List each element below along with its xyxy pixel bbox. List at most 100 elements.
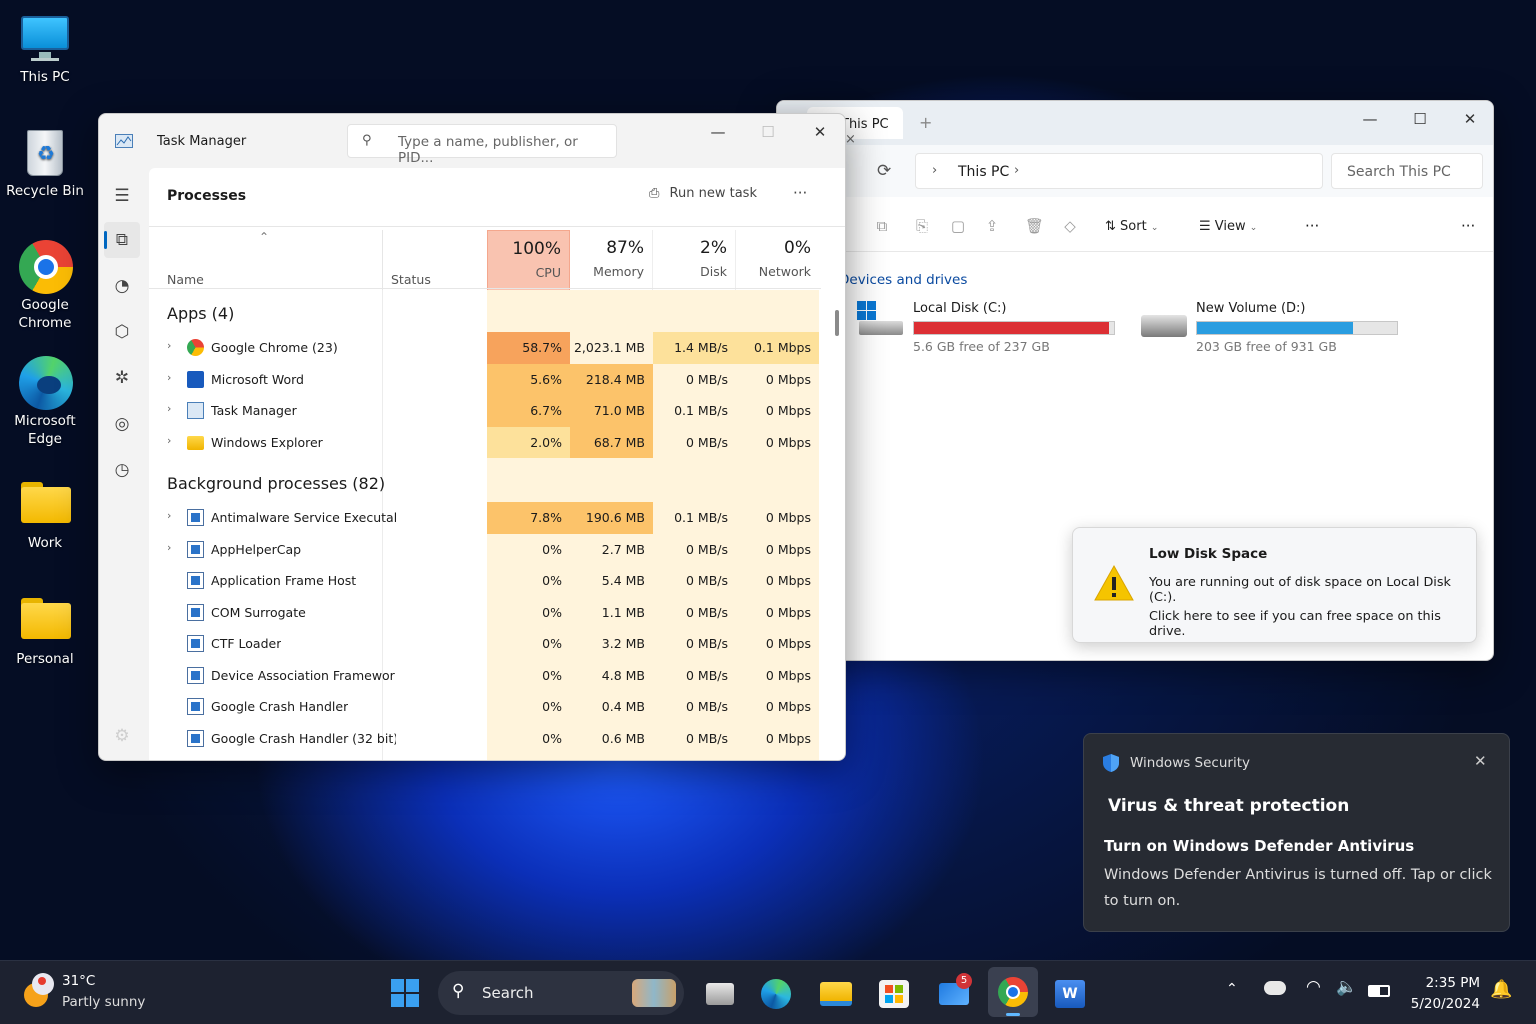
new-tab-button[interactable]: +: [919, 113, 932, 132]
settings-icon[interactable]: ⚙: [104, 718, 140, 754]
process-row[interactable]: › Windows Explorer 2.0% 68.7 MB 0 MB/s 0 Mbps: [149, 426, 821, 458]
more-options-button[interactable]: ···: [1305, 217, 1319, 235]
rename-icon[interactable]: ▢: [949, 217, 967, 235]
process-row[interactable]: CTF Loader 0% 3.2 MB 0 MB/s 0 Mbps: [149, 628, 821, 660]
process-row[interactable]: › Microsoft Word 5.6% 218.4 MB 0 MB/s 0 Mbps: [149, 363, 821, 395]
drive-c[interactable]: Local Disk (C:) 5.6 GB free of 237 GB: [855, 297, 1125, 355]
chrome-icon[interactable]: [988, 967, 1038, 1017]
clock[interactable]: 2:35 PM 5/20/2024: [1404, 973, 1480, 1015]
details-more-button[interactable]: ···: [1461, 217, 1475, 235]
desktop-icon-google-chrome[interactable]: Google Chrome: [4, 240, 86, 332]
process-row[interactable]: Google Crash Handler (32 bit) 0% 0.6 MB 0 M…: [149, 723, 821, 755]
taskbar-search[interactable]: ⚲ Search: [438, 971, 684, 1015]
desktop-icon-personal-folder[interactable]: Personal: [4, 594, 86, 668]
weather-temp[interactable]: 31°C: [62, 973, 95, 989]
disk-column-header[interactable]: 2% Disk: [653, 230, 736, 294]
copy-icon[interactable]: ⧉: [873, 217, 891, 235]
close-button[interactable]: ✕: [797, 114, 843, 150]
name-column-header[interactable]: Name: [167, 272, 204, 287]
maximize-button[interactable]: ☐: [745, 114, 791, 150]
minimize-button[interactable]: —: [1347, 101, 1393, 137]
edge-icon[interactable]: [754, 973, 798, 1015]
cpu-column-header[interactable]: 100% CPU: [487, 230, 570, 294]
cpu-cell: 0%: [542, 667, 562, 683]
net-cell: 0 Mbps: [765, 434, 811, 450]
sort-button[interactable]: ⇅ Sort ⌄: [1105, 219, 1158, 234]
file-explorer-icon[interactable]: [814, 973, 858, 1015]
chevron-right-icon[interactable]: ›: [1014, 163, 1019, 178]
address-bar[interactable]: › This PC ›: [915, 153, 1323, 189]
low-disk-space-notification[interactable]: Low Disk Space You are running out of di…: [1072, 527, 1477, 643]
mem-cell: 0.6 MB: [601, 730, 645, 746]
weather-icon[interactable]: [22, 971, 58, 1007]
expand-chevron-icon[interactable]: ›: [167, 541, 171, 554]
devices-section-header[interactable]: Devices and drives: [839, 272, 967, 288]
sort-up-icon[interactable]: ⌃: [259, 230, 269, 244]
run-new-task-button[interactable]: ⎙ Run new task: [649, 186, 757, 201]
onedrive-icon[interactable]: [1264, 981, 1286, 995]
share-icon[interactable]: ⇪: [983, 217, 1001, 235]
task-view-icon[interactable]: [698, 973, 742, 1015]
expand-chevron-icon[interactable]: ›: [167, 509, 171, 522]
memory-column-header[interactable]: 87% Memory: [570, 230, 653, 294]
mem-cell: 1.1 MB: [601, 604, 645, 620]
expand-chevron-icon[interactable]: ›: [167, 339, 171, 352]
wifi-icon[interactable]: ◠: [1306, 977, 1321, 997]
process-row[interactable]: Device Association Framework... 0% 4.8 MB 0…: [149, 660, 821, 692]
more-options-button[interactable]: ···: [793, 184, 807, 202]
weather-desc[interactable]: Partly sunny: [62, 994, 145, 1010]
tag-icon[interactable]: ◇: [1061, 217, 1079, 235]
process-row[interactable]: › AppHelperCap 0% 2.7 MB 0 MB/s 0 Mbps: [149, 534, 821, 566]
windows-security-notification[interactable]: Windows Security ✕ Virus & threat protec…: [1083, 733, 1510, 932]
close-icon[interactable]: ✕: [1474, 752, 1487, 770]
expand-chevron-icon[interactable]: ›: [167, 402, 171, 415]
maximize-button[interactable]: ☐: [1397, 101, 1443, 137]
status-column-header[interactable]: Status: [391, 272, 431, 287]
desktop-icon-this-pc[interactable]: This PC: [4, 12, 86, 86]
users-nav-icon[interactable]: ◎: [104, 406, 140, 442]
memory-label: Memory: [593, 264, 644, 279]
expand-chevron-icon[interactable]: ›: [167, 434, 171, 447]
app-history-nav-icon[interactable]: ⬡: [104, 314, 140, 350]
process-row[interactable]: › Google Chrome (23) 58.7% 2,023.1 MB 1.4 MB…: [149, 332, 821, 364]
word-icon: [187, 370, 204, 388]
process-row[interactable]: COM Surrogate 0% 1.1 MB 0 MB/s 0 Mbps: [149, 597, 821, 629]
startup-apps-nav-icon[interactable]: ✲: [104, 360, 140, 396]
paste-icon[interactable]: ⎘: [913, 217, 931, 235]
process-row[interactable]: › Antimalware Service Executable 7.8% 190.6…: [149, 502, 821, 534]
scrollbar-thumb[interactable]: [835, 310, 839, 336]
details-nav-icon[interactable]: ◷: [104, 452, 140, 488]
word-icon[interactable]: W: [1048, 973, 1092, 1015]
desktop-icon-microsoft-edge[interactable]: Microsoft Edge: [4, 356, 86, 448]
mail-icon[interactable]: 5: [932, 973, 976, 1015]
notification-line-2[interactable]: Click here to see if you can free space …: [1149, 609, 1476, 639]
speaker-icon[interactable]: 🔈: [1336, 977, 1357, 997]
explorer-search-input[interactable]: Search This PC: [1331, 153, 1483, 189]
hamburger-menu-icon[interactable]: ☰: [104, 178, 140, 214]
microsoft-store-icon[interactable]: [872, 973, 916, 1015]
network-column-header[interactable]: 0% Network: [736, 230, 819, 294]
process-row[interactable]: Google Crash Handler 0% 0.4 MB 0 MB/s 0 Mbps: [149, 691, 821, 723]
process-search-input[interactable]: ⚲ Type a name, publisher, or PID...: [347, 124, 617, 166]
chevron-up-icon[interactable]: ⌃: [1226, 981, 1238, 997]
process-name: COM Surrogate: [211, 604, 306, 620]
refresh-icon[interactable]: ⟳: [877, 161, 891, 181]
processes-nav-icon[interactable]: ⧉: [104, 222, 140, 258]
performance-nav-icon[interactable]: ◔: [104, 268, 140, 304]
notification-bell-icon[interactable]: 🔔: [1490, 979, 1512, 1000]
start-button[interactable]: [384, 973, 428, 1015]
drive-d[interactable]: New Volume (D:) 203 GB free of 931 GB: [1139, 297, 1409, 355]
minimize-button[interactable]: —: [695, 114, 741, 150]
process-row[interactable]: › Task Manager 6.7% 71.0 MB 0.1 MB/s 0 Mbps: [149, 395, 821, 427]
net-cell: 0 Mbps: [765, 371, 811, 387]
desktop-icon-work-folder[interactable]: Work: [4, 478, 86, 552]
expand-chevron-icon[interactable]: ›: [167, 371, 171, 384]
delete-icon[interactable]: 🗑: [1025, 217, 1044, 235]
column-divider: [382, 230, 383, 296]
notification-body: Windows Defender Antivirus is turned off…: [1104, 867, 1492, 909]
process-row[interactable]: Application Frame Host 0% 5.4 MB 0 MB/s 0 Mb…: [149, 565, 821, 597]
desktop-icon-recycle-bin[interactable]: ♻ Recycle Bin: [4, 126, 86, 200]
view-button[interactable]: ☰ View ⌄: [1199, 219, 1257, 234]
battery-icon[interactable]: [1368, 985, 1390, 997]
close-button[interactable]: ✕: [1447, 101, 1493, 137]
